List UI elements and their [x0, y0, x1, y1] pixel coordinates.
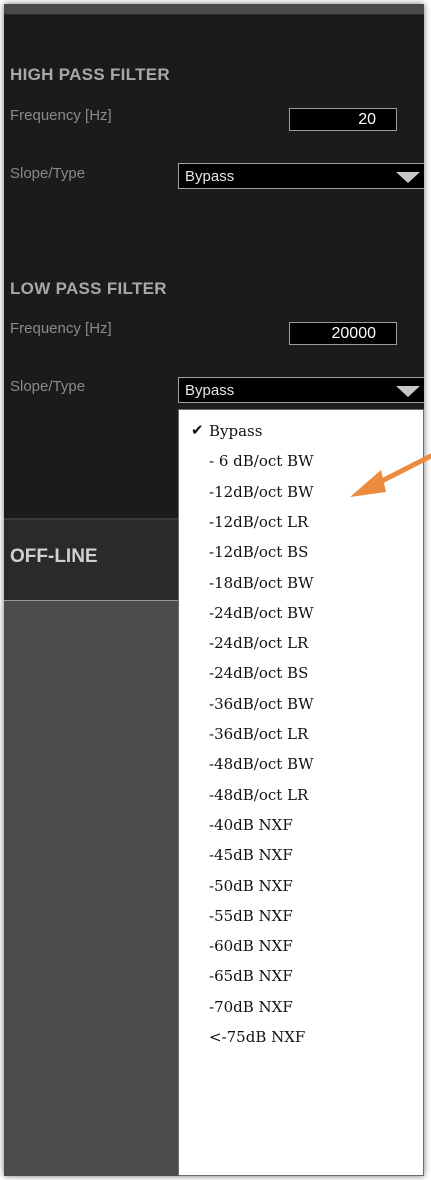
slope-type-dropdown-menu[interactable]: ✔ Bypass - 6 dB/oct BW -12dB/oct BW -12dB/oc…: [178, 409, 424, 1176]
dropdown-option-label: -12dB/oct LR: [209, 512, 309, 531]
dropdown-option[interactable]: -36dB/oct BW: [209, 695, 314, 723]
dropdown-option[interactable]: -12dB/oct BS: [209, 543, 308, 571]
dropdown-option[interactable]: -60dB NXF: [209, 937, 293, 965]
dropdown-option[interactable]: -45dB NXF: [209, 846, 293, 874]
dropdown-option-label: -12dB/oct BS: [209, 543, 309, 562]
filter-panel-window: HIGH PASS FILTER Frequency [Hz] 20 Slope…: [4, 4, 424, 1176]
dropdown-option[interactable]: -24dB/oct LR: [209, 634, 308, 662]
dropdown-option[interactable]: -24dB/oct BW: [209, 604, 314, 632]
dropdown-option[interactable]: -65dB NXF: [209, 967, 293, 995]
low-pass-frequency-input[interactable]: 20000: [289, 322, 397, 345]
dropdown-option[interactable]: -12dB/oct LR: [209, 513, 308, 541]
high-pass-slope-label: Slope/Type: [10, 165, 86, 182]
dropdown-option[interactable]: -50dB NXF: [209, 877, 293, 905]
dropdown-option-label: -70dB NXF: [209, 997, 293, 1016]
dropdown-option[interactable]: - 6 dB/oct BW: [209, 452, 314, 480]
dropdown-option-label: -50dB NXF: [209, 876, 293, 895]
dropdown-option[interactable]: -55dB NXF: [209, 907, 293, 935]
dropdown-option-label: -40dB NXF: [209, 815, 293, 834]
dropdown-option-label: -24dB/oct BS: [209, 664, 309, 683]
low-pass-slope-select[interactable]: Bypass: [178, 377, 424, 403]
dropdown-option-label: -65dB NXF: [209, 967, 293, 986]
dropdown-option-label: -18dB/oct BW: [209, 573, 314, 592]
low-pass-title: LOW PASS FILTER: [10, 279, 167, 298]
dropdown-option-label: -45dB NXF: [209, 846, 293, 865]
status-offline-label: OFF-LINE: [10, 546, 98, 567]
dropdown-option-label: -60dB NXF: [209, 937, 293, 956]
dropdown-option[interactable]: -48dB/oct BW: [209, 755, 314, 783]
dropdown-option-label: -55dB NXF: [209, 906, 293, 925]
chevron-down-icon: [396, 172, 420, 183]
dropdown-option[interactable]: -40dB NXF: [209, 816, 293, 844]
dropdown-option[interactable]: -12dB/oct BW: [209, 483, 314, 511]
dropdown-option-label: -24dB/oct BW: [209, 603, 314, 622]
high-pass-slope-select[interactable]: Bypass: [178, 163, 424, 189]
dropdown-option-label: -48dB/oct BW: [209, 755, 314, 774]
high-pass-frequency-input[interactable]: 20: [289, 108, 397, 131]
high-pass-title: HIGH PASS FILTER: [10, 65, 171, 84]
checkmark-icon: ✔: [191, 421, 204, 439]
high-pass-slope-value: Bypass: [185, 168, 235, 185]
dropdown-option-label: -48dB/oct LR: [209, 785, 309, 804]
chevron-down-icon: [396, 386, 420, 397]
window-top-bar: [4, 4, 424, 15]
dropdown-option[interactable]: -48dB/oct LR: [209, 786, 308, 814]
dropdown-option-label: -36dB/oct BW: [209, 694, 314, 713]
low-pass-frequency-label: Frequency [Hz]: [10, 320, 112, 337]
dropdown-option-label: - 6 dB/oct BW: [209, 452, 314, 471]
low-pass-slope-label: Slope/Type: [10, 378, 86, 395]
dropdown-option[interactable]: <-75dB NXF: [209, 1028, 305, 1056]
dropdown-option-label: -12dB/oct BW: [209, 482, 314, 501]
dropdown-option-label: <-75dB NXF: [209, 1028, 306, 1046]
high-pass-frequency-label: Frequency [Hz]: [10, 107, 112, 124]
dropdown-option-label: Bypass: [209, 422, 263, 440]
dropdown-option-label: -36dB/oct LR: [209, 725, 309, 743]
dropdown-option[interactable]: ✔ Bypass: [191, 421, 263, 450]
dropdown-option-label: -24dB/oct LR: [209, 634, 309, 653]
low-pass-slope-value: Bypass: [185, 382, 235, 399]
dropdown-option[interactable]: -18dB/oct BW: [209, 574, 314, 602]
dropdown-option[interactable]: -70dB NXF: [209, 998, 293, 1026]
dropdown-option[interactable]: -24dB/oct BS: [209, 664, 308, 692]
dropdown-option[interactable]: -36dB/oct LR: [209, 725, 308, 753]
